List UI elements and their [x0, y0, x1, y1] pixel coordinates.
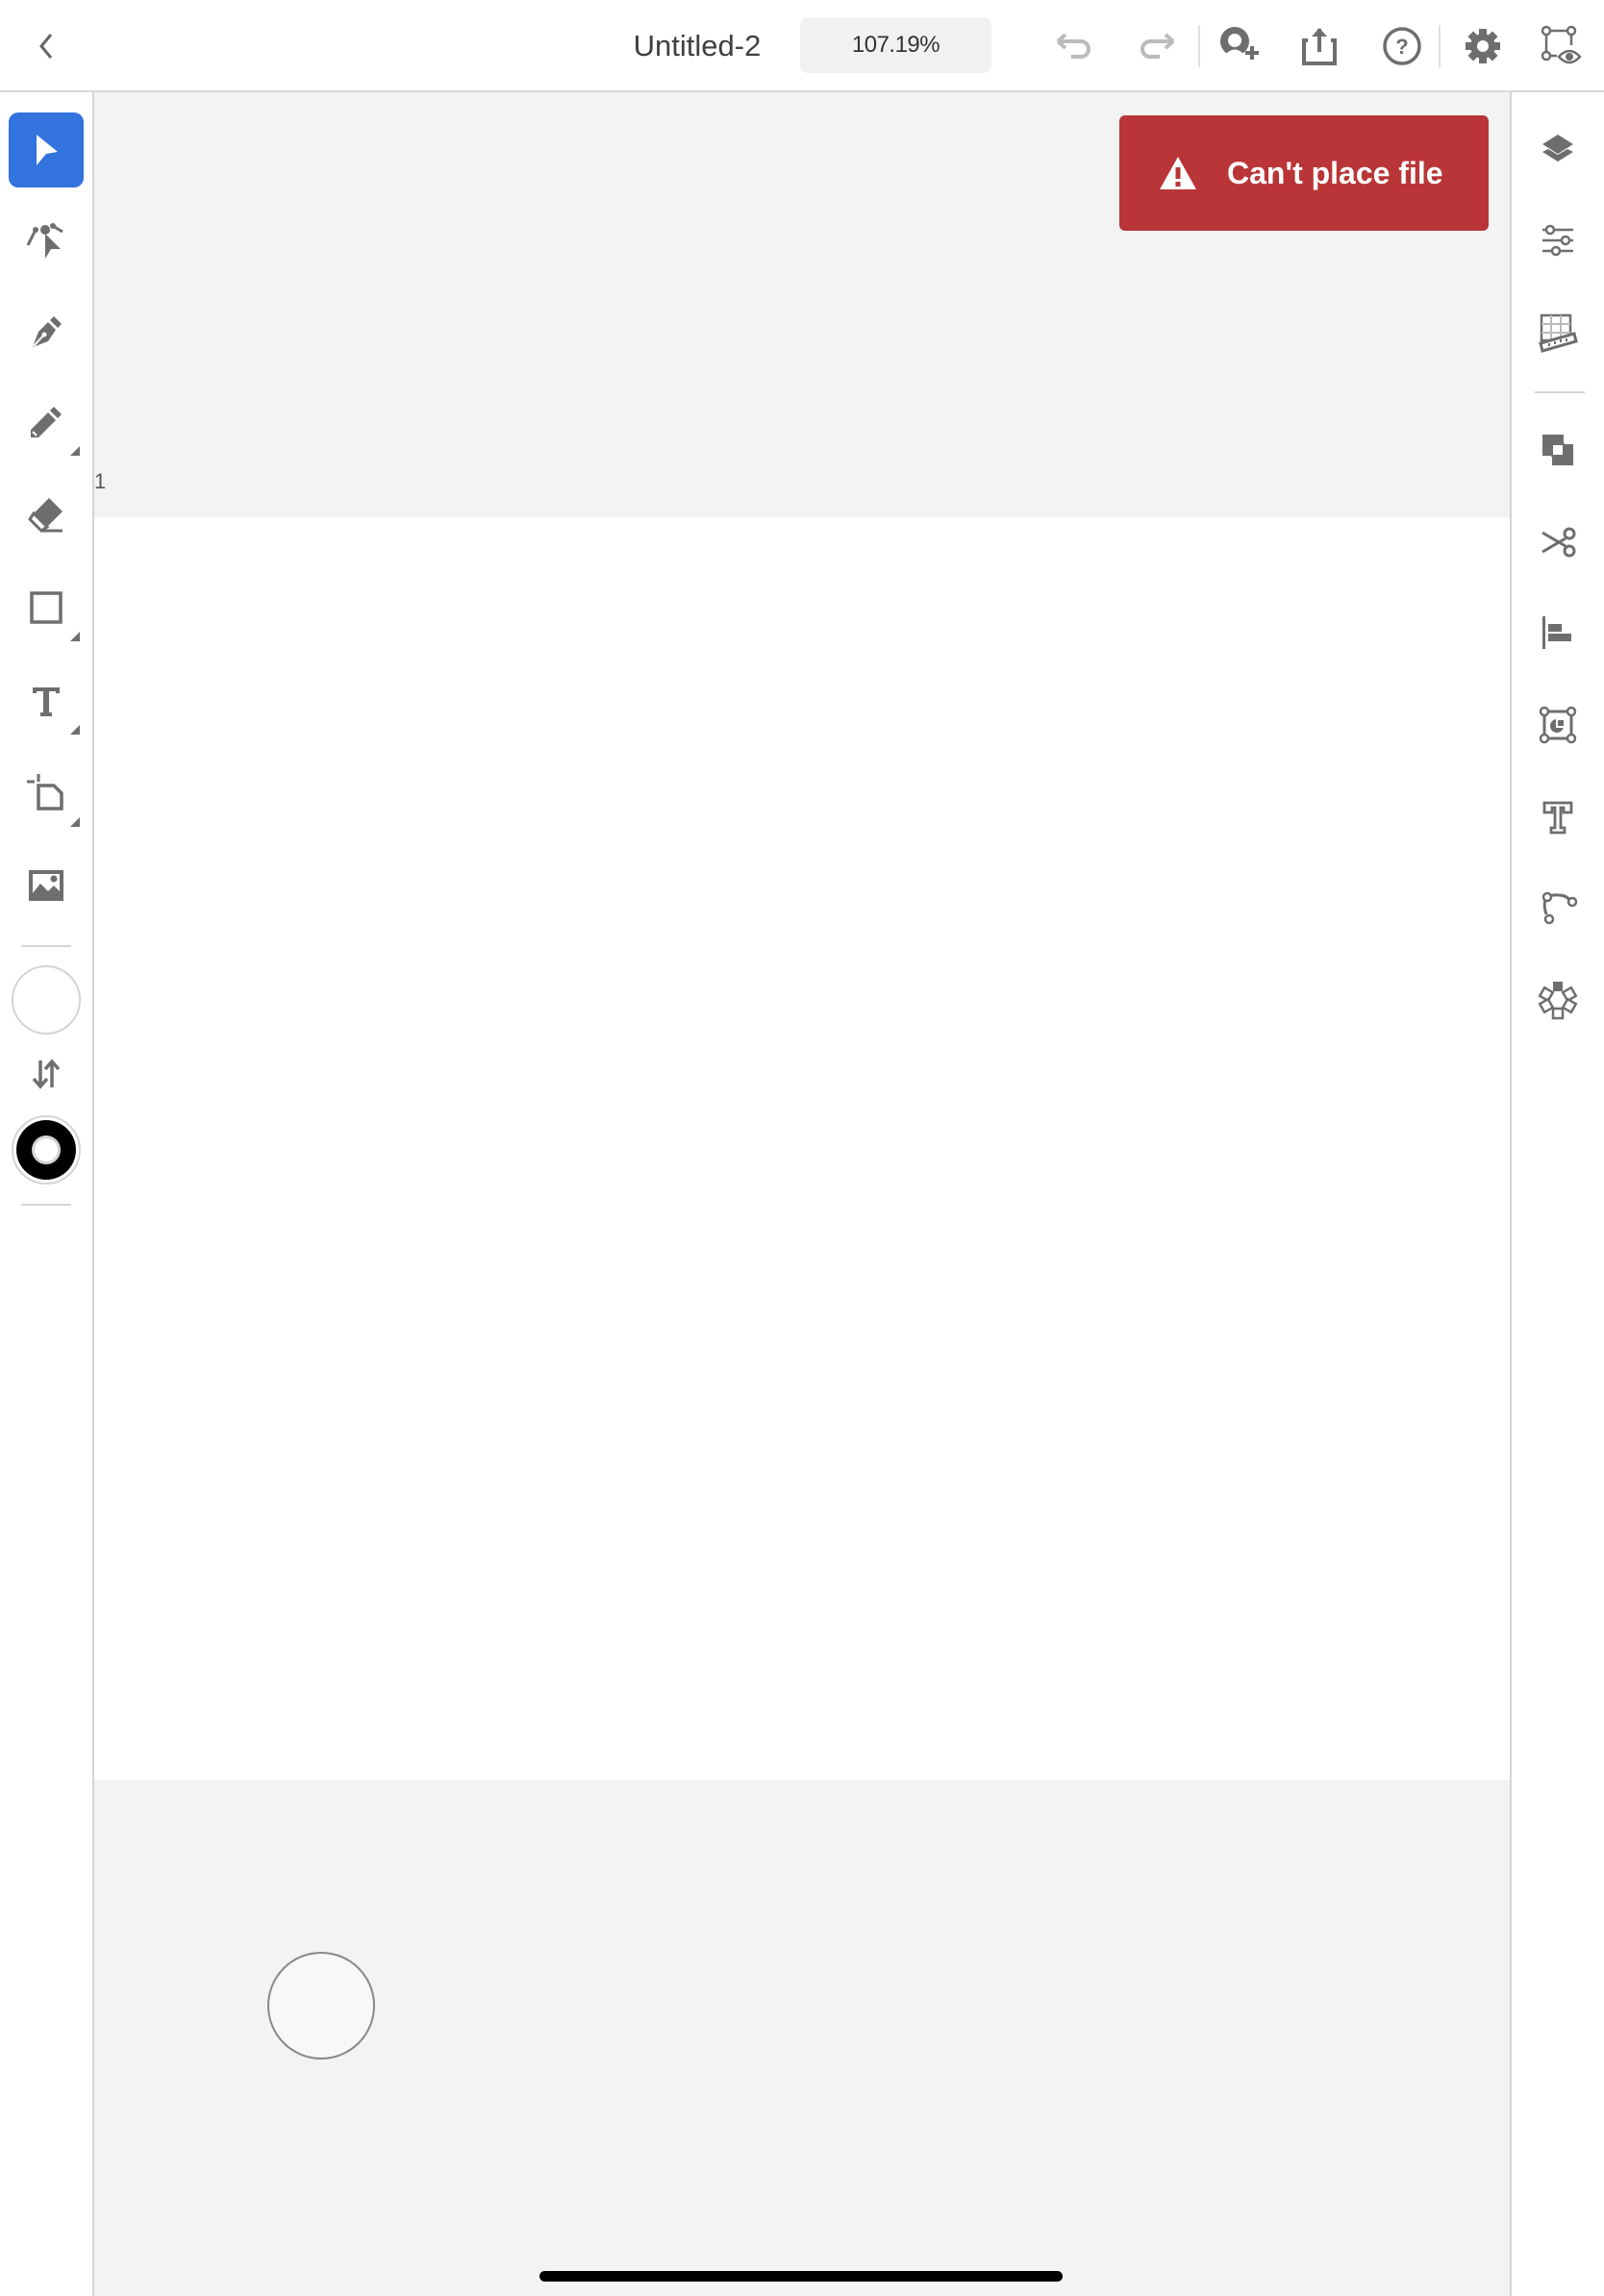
- pencil-icon: [31, 407, 62, 437]
- path-curve-icon: [1541, 891, 1578, 925]
- selection-tool[interactable]: [9, 112, 84, 187]
- home-indicator[interactable]: [539, 2271, 1063, 2282]
- artboard-icon: [27, 774, 63, 811]
- preview-button[interactable]: [1537, 21, 1587, 71]
- pen-nib-icon: [33, 316, 62, 347]
- separator: [21, 1204, 71, 1206]
- scissors-icon: [1541, 527, 1576, 558]
- rectangle-icon: [30, 591, 63, 624]
- type-outline-icon: [1542, 801, 1573, 835]
- fill-color-swatch[interactable]: [12, 965, 81, 1035]
- stroke-ring-center: [32, 1136, 61, 1164]
- submenu-indicator: [70, 725, 80, 735]
- submenu-indicator: [70, 632, 80, 641]
- document-title[interactable]: Untitled-2: [596, 27, 798, 65]
- stroke-ring: [16, 1120, 76, 1180]
- grid-ruler-button[interactable]: [1531, 306, 1585, 360]
- align-button[interactable]: [1531, 606, 1585, 660]
- redo-icon: [1140, 33, 1175, 59]
- pathfinder-button[interactable]: [1531, 423, 1585, 477]
- pathfinder-icon: [1542, 435, 1573, 465]
- repeat-button[interactable]: [1531, 973, 1585, 1027]
- align-left-icon: [1542, 616, 1571, 649]
- stroke-color-swatch[interactable]: [12, 1115, 81, 1185]
- touch-cursor-indicator: [267, 1952, 375, 2059]
- transform-icon: [1539, 706, 1577, 744]
- zoom-level[interactable]: 107.19%: [800, 17, 991, 73]
- share-icon: [1302, 28, 1337, 65]
- share-button[interactable]: [1294, 21, 1344, 71]
- properties-icon: [1542, 224, 1573, 257]
- help-button[interactable]: ?: [1377, 21, 1427, 71]
- swap-fill-stroke-button[interactable]: [29, 1057, 63, 1091]
- layers-button[interactable]: [1531, 123, 1585, 177]
- warning-icon: [1158, 154, 1198, 192]
- help-icon: ?: [1383, 27, 1421, 65]
- artboard[interactable]: [94, 517, 1510, 1780]
- image-icon: [29, 870, 63, 901]
- separator: [1535, 391, 1585, 393]
- direct-selection-tool[interactable]: [9, 203, 84, 278]
- shape-tool[interactable]: [9, 570, 84, 645]
- preview-icon: [1541, 25, 1582, 64]
- cut-button[interactable]: [1531, 515, 1585, 569]
- swap-arrows-icon: [32, 1059, 61, 1089]
- separator: [21, 945, 71, 947]
- submenu-indicator: [70, 817, 80, 827]
- eraser-tool[interactable]: [9, 477, 84, 552]
- separator: [1439, 25, 1441, 67]
- top-bar: Untitled-2 107.19% ?: [0, 0, 1604, 92]
- artboard-tool[interactable]: [9, 756, 84, 831]
- path-button[interactable]: [1531, 881, 1585, 935]
- svg-text:?: ?: [1395, 35, 1408, 59]
- pencil-tool[interactable]: [9, 385, 84, 460]
- error-toast: Can't place file: [1119, 115, 1489, 231]
- text-t-icon: [33, 687, 60, 716]
- direct-selection-icon: [26, 223, 63, 259]
- settings-button[interactable]: [1458, 21, 1508, 71]
- invite-user-icon: [1220, 27, 1259, 60]
- text-tool[interactable]: [9, 663, 84, 738]
- invite-button[interactable]: [1214, 21, 1264, 71]
- layers-icon: [1542, 135, 1573, 162]
- submenu-indicator: [70, 446, 80, 456]
- redo-button[interactable]: [1133, 21, 1183, 71]
- selection-arrow-icon: [37, 135, 58, 165]
- right-panel: [1510, 92, 1604, 2296]
- toast-message: Can't place file: [1227, 155, 1443, 190]
- undo-button[interactable]: [1048, 21, 1098, 71]
- separator: [1198, 25, 1200, 67]
- transform-button[interactable]: [1531, 698, 1585, 752]
- artboard-label[interactable]: 1: [94, 469, 106, 494]
- properties-button[interactable]: [1531, 213, 1585, 267]
- type-button[interactable]: [1531, 790, 1585, 844]
- pen-tool[interactable]: [9, 294, 84, 369]
- place-image-tool[interactable]: [9, 848, 84, 923]
- undo-icon: [1056, 33, 1090, 59]
- repeat-grid-icon: [1538, 982, 1578, 1020]
- chevron-left-icon: [39, 34, 53, 59]
- settings-icon: [1466, 29, 1500, 63]
- back-button[interactable]: [27, 27, 65, 65]
- eraser-icon: [28, 498, 63, 533]
- left-toolbar: [0, 92, 94, 2296]
- grid-ruler-icon: [1539, 313, 1578, 353]
